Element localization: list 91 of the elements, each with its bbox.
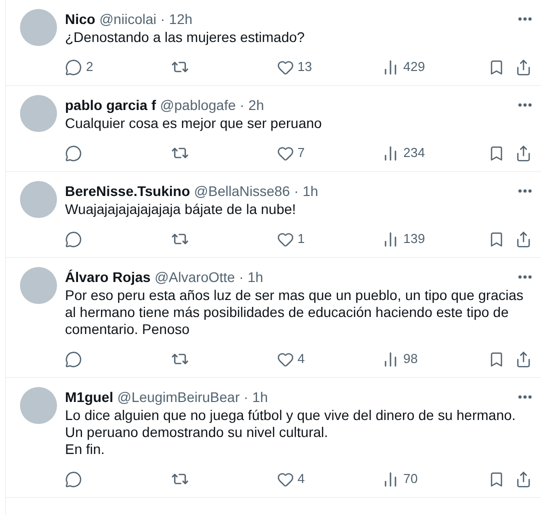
user-handle[interactable]: @niicolai <box>99 9 156 29</box>
bookmark-icon <box>488 350 505 368</box>
reply-button[interactable] <box>65 144 82 162</box>
share-button[interactable] <box>515 350 532 368</box>
reply-text: Por eso peru esta años luz de ser mas que un pueblo, un tipo que gracias al hermano tiene más posibilidades de educación haciendo este tipo de comentario. Penoso <box>65 287 524 338</box>
count-text: 429 <box>403 58 425 76</box>
bookmark-icon <box>488 230 505 248</box>
more-icon <box>518 395 532 399</box>
speech-bubble-icon <box>65 58 82 76</box>
bookmark-icon <box>488 470 505 488</box>
post-time[interactable]: 1h <box>248 267 264 287</box>
count-text: 2 <box>86 58 94 76</box>
speech-bubble-icon <box>65 230 82 248</box>
bookmark-button[interactable] <box>488 144 505 162</box>
reply-button[interactable]: 2 <box>65 57 94 77</box>
reply-text: Wuajajajajajajajaja bájate de la nube! <box>65 201 297 218</box>
user-name[interactable]: Álvaro Rojas <box>65 267 151 287</box>
post-time[interactable]: 1h <box>252 387 268 407</box>
speech-bubble-icon <box>65 144 82 162</box>
like-button[interactable]: 4 <box>276 469 305 489</box>
post-time[interactable]: 12h <box>169 9 192 29</box>
more-button[interactable] <box>518 103 532 107</box>
share-icon <box>515 350 532 368</box>
heart-icon <box>276 350 294 368</box>
like-button[interactable]: 7 <box>276 143 305 163</box>
views-button[interactable]: 70 <box>382 469 418 489</box>
count-text: 234 <box>403 144 425 162</box>
speech-bubble-icon <box>65 350 82 368</box>
share-icon <box>515 230 532 248</box>
more-icon <box>518 103 532 107</box>
share-button[interactable] <box>515 58 532 76</box>
more-button[interactable] <box>518 17 532 21</box>
more-button[interactable] <box>518 395 532 399</box>
user-name[interactable]: Nico <box>65 9 96 29</box>
bookmark-button[interactable] <box>488 350 505 368</box>
reply-button[interactable] <box>65 350 82 368</box>
user-handle[interactable]: @pablogafe <box>160 95 236 115</box>
like-button[interactable]: 13 <box>276 57 312 77</box>
count-text: 13 <box>298 58 312 76</box>
reply-text: Lo dice alguien que no juega fútbol y que vive del dinero de su hermano. Un peruano demostrando su nivel cultural. En fin. <box>65 407 517 458</box>
separator-dot: · <box>244 388 248 407</box>
share-button[interactable] <box>515 470 532 488</box>
bookmark-button[interactable] <box>488 230 505 248</box>
bookmark-button[interactable] <box>488 470 505 488</box>
more-button[interactable] <box>518 189 532 193</box>
more-button[interactable] <box>518 275 532 279</box>
separator-dot: · <box>160 10 166 29</box>
count-text: 98 <box>403 350 418 368</box>
heart-icon <box>276 144 294 162</box>
share-button[interactable] <box>515 144 532 162</box>
post-time[interactable]: 1h <box>302 181 318 201</box>
reply-button[interactable] <box>65 470 82 488</box>
user-name[interactable]: M1guel <box>65 387 114 407</box>
count-text: 4 <box>298 470 305 488</box>
share-icon <box>515 144 532 162</box>
heart-icon <box>276 58 294 76</box>
separator-dot: · <box>238 268 244 287</box>
user-handle[interactable]: @BellaNisse86 <box>194 181 290 201</box>
more-icon <box>518 275 532 279</box>
share-button[interactable] <box>515 230 532 248</box>
separator-dot: · <box>240 96 244 115</box>
count-text: 7 <box>298 144 305 162</box>
reply-text: Cualquier cosa es mejor que ser peruano <box>65 115 323 132</box>
count-text: 70 <box>403 470 418 488</box>
count-text: 1 <box>298 230 305 248</box>
count-text: 139 <box>403 230 425 248</box>
more-icon <box>518 17 532 21</box>
count-text: 4 <box>298 350 305 368</box>
more-icon <box>518 189 532 193</box>
heart-icon <box>276 470 294 488</box>
user-name[interactable]: pablo garcia f <box>65 95 156 115</box>
like-button[interactable]: 4 <box>276 349 305 369</box>
speech-bubble-icon <box>65 470 82 488</box>
views-button[interactable]: 139 <box>382 229 425 249</box>
post-time[interactable]: 2h <box>248 95 264 115</box>
user-handle[interactable]: @LeugimBeiruBear <box>117 387 240 407</box>
bookmark-icon <box>488 144 505 162</box>
share-icon <box>515 58 532 76</box>
views-button[interactable]: 234 <box>382 143 425 163</box>
user-name[interactable]: BereNisse.Tsukino <box>65 181 190 201</box>
views-button[interactable]: 98 <box>382 349 418 369</box>
reply-text: ¿Denostando a las mujeres estimado? <box>65 29 306 46</box>
bookmark-icon <box>488 58 505 76</box>
bookmark-button[interactable] <box>488 58 505 76</box>
share-icon <box>515 470 532 488</box>
separator-dot: · <box>294 182 299 201</box>
reply-button[interactable] <box>65 230 82 248</box>
views-button[interactable]: 429 <box>382 57 425 77</box>
user-handle[interactable]: @AlvaroOtte <box>154 267 235 287</box>
heart-icon <box>276 230 294 248</box>
like-button[interactable]: 1 <box>276 229 305 249</box>
